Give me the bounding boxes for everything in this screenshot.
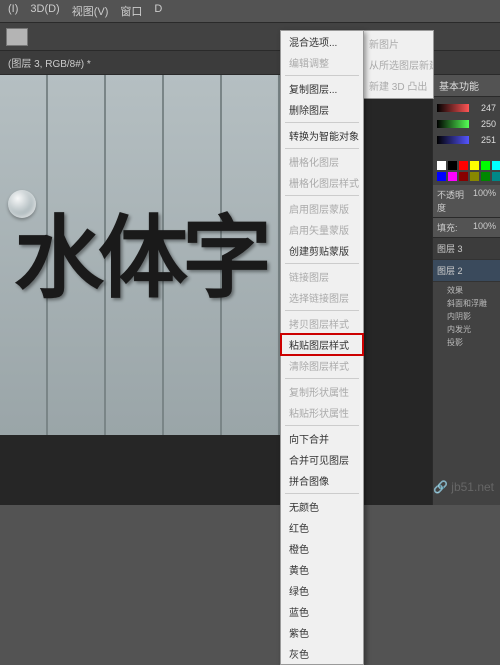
- submenu-item[interactable]: 新图片: [363, 33, 433, 54]
- layer-item[interactable]: 图层 3: [433, 238, 500, 260]
- separator: [285, 75, 359, 76]
- tool-swatch[interactable]: [6, 28, 28, 46]
- separator: [285, 310, 359, 311]
- separator: [285, 378, 359, 379]
- menu-item[interactable]: 窗口: [120, 3, 142, 19]
- menubar: (I) 3D(D) 视图(V) 窗口 D: [0, 0, 500, 23]
- context-menu-item[interactable]: 复制图层...: [281, 78, 363, 99]
- effects-list: 效果 斜面和浮雕 内阴影 内发光 投影: [433, 282, 500, 351]
- menu-item[interactable]: 视图(V): [72, 3, 109, 19]
- context-menu-item: 栅格化图层样式: [281, 172, 363, 193]
- context-menu-item[interactable]: 向下合并: [281, 428, 363, 449]
- fill-value[interactable]: 100%: [473, 221, 496, 234]
- menu-item[interactable]: (I): [8, 3, 18, 19]
- context-menu-item[interactable]: 红色: [281, 517, 363, 538]
- context-menu-item: 选择链接图层: [281, 287, 363, 308]
- slider-r[interactable]: [437, 104, 469, 112]
- context-menu: 混合选项...编辑调整复制图层...删除图层转换为智能对象栅格化图层栅格化图层样…: [280, 30, 364, 665]
- fx-item[interactable]: 内阴影: [447, 310, 496, 323]
- context-menu-item: 栅格化图层: [281, 151, 363, 172]
- opacity-label: 不透明度: [437, 188, 473, 214]
- context-menu-item[interactable]: 蓝色: [281, 601, 363, 622]
- context-menu-item[interactable]: 拼合图像: [281, 470, 363, 491]
- fx-title[interactable]: 效果: [447, 284, 496, 297]
- context-menu-item: 启用图层蒙版: [281, 198, 363, 219]
- context-menu-item[interactable]: 无颜色: [281, 496, 363, 517]
- context-menu-item[interactable]: 绿色: [281, 580, 363, 601]
- context-menu-item[interactable]: 转换为智能对象: [281, 125, 363, 146]
- value-r: 247: [472, 103, 496, 113]
- submenu-item[interactable]: 新建 3D 凸出: [363, 75, 433, 96]
- color-panel: 247 250 251: [433, 97, 500, 157]
- menu-item[interactable]: 3D(D): [30, 3, 59, 19]
- fill-label: 填充:: [437, 221, 458, 234]
- swatch[interactable]: [470, 172, 479, 181]
- layer-item[interactable]: 图层 2: [433, 260, 500, 282]
- fx-item[interactable]: 斜面和浮雕: [447, 297, 496, 310]
- canvas-text: 水体字: [0, 185, 280, 315]
- context-menu-item: 拷贝图层样式: [281, 313, 363, 334]
- context-menu-item: 复制形状属性: [281, 381, 363, 402]
- swatch[interactable]: [481, 172, 490, 181]
- watermark: 🔗 jb51.net: [433, 480, 494, 494]
- swatch[interactable]: [437, 161, 446, 170]
- submenu-item[interactable]: 从所选图层新建 3D 凸: [363, 54, 433, 75]
- context-menu-item: 编辑调整: [281, 52, 363, 73]
- separator: [285, 425, 359, 426]
- panel-header[interactable]: 基本功能: [433, 75, 500, 97]
- opacity-value[interactable]: 100%: [473, 188, 496, 214]
- swatch[interactable]: [492, 172, 500, 181]
- value-g: 250: [472, 119, 496, 129]
- context-menu-item[interactable]: 紫色: [281, 622, 363, 643]
- swatch[interactable]: [459, 172, 468, 181]
- layers-panel: 不透明度 100% 填充: 100% 图层 3 图层 2 效果 斜面和浮雕 内阴…: [433, 185, 500, 505]
- context-menu-item[interactable]: 合并可见图层: [281, 449, 363, 470]
- main-area: 水体字 基本功能 247 250 251 不透明度 100%: [0, 75, 500, 505]
- fx-item[interactable]: 内发光: [447, 323, 496, 336]
- context-menu-item[interactable]: 混合选项...: [281, 31, 363, 52]
- fx-item[interactable]: 投影: [447, 336, 496, 349]
- swatch[interactable]: [492, 161, 500, 170]
- submenu: 新图片 从所选图层新建 3D 凸 新建 3D 凸出: [362, 30, 434, 99]
- separator: [285, 263, 359, 264]
- context-menu-item: 启用矢量蒙版: [281, 219, 363, 240]
- context-menu-item: 链接图层: [281, 266, 363, 287]
- context-menu-item[interactable]: 黄色: [281, 559, 363, 580]
- swatch[interactable]: [437, 172, 446, 181]
- swatch[interactable]: [459, 161, 468, 170]
- context-menu-item: 清除图层样式: [281, 355, 363, 376]
- context-menu-item: 粘贴形状属性: [281, 402, 363, 423]
- separator: [285, 493, 359, 494]
- swatch[interactable]: [448, 161, 457, 170]
- context-menu-item[interactable]: 灰色: [281, 643, 363, 664]
- context-menu-item[interactable]: 创建剪贴蒙版: [281, 240, 363, 261]
- context-menu-item[interactable]: 粘贴图层样式: [281, 334, 363, 355]
- separator: [285, 148, 359, 149]
- swatch[interactable]: [481, 161, 490, 170]
- swatch[interactable]: [448, 172, 457, 181]
- context-menu-item[interactable]: 删除图层: [281, 99, 363, 120]
- value-b: 251: [472, 135, 496, 145]
- menu-item[interactable]: D: [154, 3, 162, 19]
- slider-b[interactable]: [437, 136, 469, 144]
- swatches-panel: [433, 157, 500, 185]
- context-menu-item[interactable]: 橙色: [281, 538, 363, 559]
- slider-g[interactable]: [437, 120, 469, 128]
- separator: [285, 195, 359, 196]
- canvas-area[interactable]: 水体字: [0, 75, 432, 505]
- swatch[interactable]: [470, 161, 479, 170]
- separator: [285, 122, 359, 123]
- right-panels: 基本功能 247 250 251 不透明度 100% 填: [432, 75, 500, 505]
